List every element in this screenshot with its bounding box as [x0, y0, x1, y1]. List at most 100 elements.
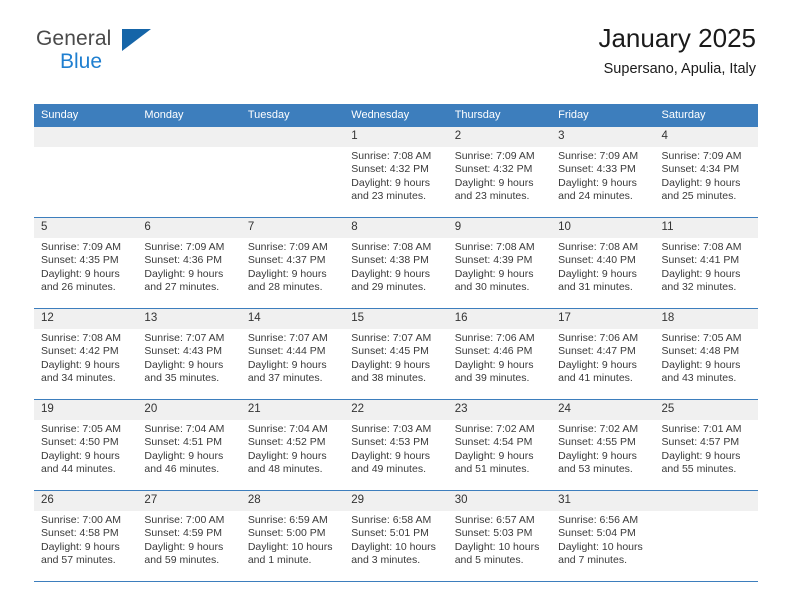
sun-info-line: Daylight: 9 hours: [454, 176, 534, 189]
sun-info-line: Daylight: 10 hours: [454, 540, 540, 553]
sun-info: Sunrise: 7:06 AM Sunset: 4:46 PM Daylight:…: [448, 329, 551, 386]
day-number: 10: [551, 218, 655, 238]
calendar-day-cell[interactable]: 6 Sunrise: 7:09 AM Sunset: 4:36 PM Daylight…: [137, 217, 241, 309]
day-number: 5: [34, 218, 138, 238]
calendar-day-cell[interactable]: 7 Sunrise: 7:09 AM Sunset: 4:37 PM Daylight…: [240, 217, 345, 309]
weekday-header-sunday: Sunday: [34, 104, 138, 127]
sun-info: [137, 147, 240, 150]
calendar-day-cell[interactable]: 23 Sunrise: 7:02 AM Sunset: 4:54 PM Dayligh…: [447, 399, 552, 491]
sun-info-line: Sunrise: 6:59 AM: [247, 514, 328, 526]
calendar-day-cell[interactable]: 5 Sunrise: 7:09 AM Sunset: 4:35 PM Daylight…: [34, 217, 138, 309]
calendar-day-cell[interactable]: 15 Sunrise: 7:07 AM Sunset: 4:45 PM Dayligh…: [344, 308, 448, 400]
sun-info: Sunrise: 6:57 AM Sunset: 5:03 PM Daylight:…: [448, 511, 551, 568]
sun-info-line: Daylight: 9 hours: [351, 176, 431, 189]
calendar-day-cell[interactable]: 26 Sunrise: 7:00 AM Sunset: 4:58 PM Dayligh…: [34, 490, 138, 582]
calendar-day-cell[interactable]: 17 Sunrise: 7:06 AM Sunset: 4:47 PM Dayligh…: [551, 308, 655, 400]
calendar-day-cell[interactable]: 8 Sunrise: 7:08 AM Sunset: 4:38 PM Daylight…: [344, 217, 448, 309]
sun-info-line: Sunrise: 7:09 AM: [558, 150, 639, 162]
calendar-day-cell[interactable]: 22 Sunrise: 7:03 AM Sunset: 4:53 PM Dayligh…: [344, 399, 448, 491]
calendar-day-cell[interactable]: 13 Sunrise: 7:07 AM Sunset: 4:43 PM Dayligh…: [137, 308, 241, 400]
sun-info-line: Sunset: 4:44 PM: [247, 345, 326, 358]
sun-info-line: Sunrise: 7:08 AM: [41, 332, 121, 344]
calendar-day-cell[interactable]: 12 Sunrise: 7:08 AM Sunset: 4:42 PM Dayligh…: [34, 308, 138, 400]
sun-info-line: and 51 minutes.: [454, 463, 530, 476]
calendar-day-cell[interactable]: 21 Sunrise: 7:04 AM Sunset: 4:52 PM Dayligh…: [240, 399, 345, 491]
sun-info-line: and 35 minutes.: [144, 372, 220, 385]
calendar-day-cell[interactable]: 25 Sunrise: 7:01 AM Sunset: 4:57 PM Dayligh…: [654, 399, 758, 491]
sun-info-line: Daylight: 10 hours: [558, 540, 643, 553]
sun-info: Sunrise: 7:09 AM Sunset: 4:34 PM Daylight:…: [655, 147, 758, 204]
sun-info-line: and 31 minutes.: [558, 281, 633, 294]
day-number: 14: [240, 309, 345, 329]
sun-info: Sunrise: 7:04 AM Sunset: 4:51 PM Daylight:…: [137, 420, 240, 477]
calendar-day-cell[interactable]: 2 Sunrise: 7:09 AM Sunset: 4:32 PM Daylight…: [447, 127, 552, 218]
sun-info-line: Sunrise: 7:09 AM: [144, 241, 225, 253]
calendar-day-cell[interactable]: 30 Sunrise: 6:57 AM Sunset: 5:03 PM Dayligh…: [447, 490, 552, 582]
sun-info-line: Sunset: 4:46 PM: [454, 345, 533, 358]
sun-info-line: and 44 minutes.: [41, 463, 116, 476]
sun-info: Sunrise: 6:56 AM Sunset: 5:04 PM Daylight:…: [551, 511, 654, 568]
calendar-day-cell[interactable]: 18 Sunrise: 7:05 AM Sunset: 4:48 PM Dayligh…: [654, 308, 758, 400]
generalblue-logo[interactable]: General Blue: [36, 22, 154, 76]
calendar-day-cell-empty: [654, 490, 758, 582]
sun-info-line: Sunrise: 7:07 AM: [351, 332, 432, 344]
calendar-day-cell[interactable]: 31 Sunrise: 6:56 AM Sunset: 5:04 PM Dayligh…: [551, 490, 655, 582]
sun-info-line: Daylight: 9 hours: [144, 267, 224, 280]
sun-info: Sunrise: 7:02 AM Sunset: 4:55 PM Daylight:…: [551, 420, 654, 477]
sun-info-line: Daylight: 9 hours: [144, 449, 224, 462]
sun-info-line: Sunrise: 7:03 AM: [351, 423, 432, 435]
sun-info-line: and 46 minutes.: [144, 463, 220, 476]
sun-info-line: Sunrise: 7:09 AM: [454, 150, 535, 162]
sun-info-line: Sunrise: 7:05 AM: [41, 423, 121, 435]
sun-info-line: Daylight: 9 hours: [351, 267, 431, 280]
calendar-day-cell[interactable]: 24 Sunrise: 7:02 AM Sunset: 4:55 PM Dayligh…: [551, 399, 655, 491]
day-number: 19: [34, 400, 138, 420]
calendar-day-cell[interactable]: 9 Sunrise: 7:08 AM Sunset: 4:39 PM Daylight…: [447, 217, 552, 309]
day-number: 23: [447, 400, 552, 420]
sun-info-line: Sunrise: 7:08 AM: [351, 150, 432, 162]
sun-info: [241, 147, 344, 150]
calendar-day-cell[interactable]: 10 Sunrise: 7:08 AM Sunset: 4:40 PM Dayligh…: [551, 217, 655, 309]
calendar-day-cell[interactable]: 14 Sunrise: 7:07 AM Sunset: 4:44 PM Dayligh…: [240, 308, 345, 400]
calendar-day-cell-empty: [240, 127, 345, 218]
sun-info: Sunrise: 7:08 AM Sunset: 4:40 PM Daylight:…: [551, 238, 654, 295]
sun-info-line: Daylight: 9 hours: [558, 358, 637, 371]
sun-info-line: and 27 minutes.: [144, 281, 220, 294]
sun-info-line: Sunset: 4:33 PM: [558, 163, 636, 176]
sun-info-line: and 7 minutes.: [558, 554, 627, 567]
sun-info-line: Sunrise: 7:06 AM: [558, 332, 639, 344]
sun-info-line: Daylight: 9 hours: [661, 267, 741, 280]
calendar-week-row: 12 Sunrise: 7:08 AM Sunset: 4:42 PM Dayligh…: [34, 308, 758, 400]
day-number: 15: [344, 309, 448, 329]
sun-info: Sunrise: 7:09 AM Sunset: 4:35 PM Daylight:…: [34, 238, 137, 295]
sun-info: Sunrise: 7:08 AM Sunset: 4:38 PM Daylight:…: [344, 238, 447, 295]
sun-info: Sunrise: 7:03 AM Sunset: 4:53 PM Daylight:…: [344, 420, 447, 477]
calendar-page: General Blue January 2025 Supersano, Apu…: [0, 0, 792, 612]
day-number: 2: [447, 127, 552, 147]
sun-info-line: Daylight: 9 hours: [454, 358, 534, 371]
weekday-header-thursday: Thursday: [447, 104, 552, 127]
sun-info: Sunrise: 7:09 AM Sunset: 4:36 PM Daylight:…: [137, 238, 240, 295]
calendar-day-cell[interactable]: 16 Sunrise: 7:06 AM Sunset: 4:46 PM Dayligh…: [447, 308, 552, 400]
day-number: 24: [551, 400, 655, 420]
sun-info: Sunrise: 7:05 AM Sunset: 4:50 PM Daylight:…: [34, 420, 137, 477]
calendar-day-cell[interactable]: 19 Sunrise: 7:05 AM Sunset: 4:50 PM Dayligh…: [34, 399, 138, 491]
sun-info-line: Sunset: 4:34 PM: [661, 163, 740, 176]
calendar-day-cell[interactable]: 20 Sunrise: 7:04 AM Sunset: 4:51 PM Dayligh…: [137, 399, 241, 491]
sun-info-line: Sunset: 4:51 PM: [144, 436, 223, 449]
sun-info-line: Daylight: 9 hours: [247, 449, 327, 462]
sun-info-line: Sunrise: 7:04 AM: [247, 423, 328, 435]
calendar-day-cell[interactable]: 28 Sunrise: 6:59 AM Sunset: 5:00 PM Dayligh…: [240, 490, 345, 582]
calendar-day-cell[interactable]: 29 Sunrise: 6:58 AM Sunset: 5:01 PM Dayligh…: [344, 490, 448, 582]
calendar-day-cell[interactable]: 4 Sunrise: 7:09 AM Sunset: 4:34 PM Daylight…: [654, 127, 758, 218]
calendar-day-cell[interactable]: 3 Sunrise: 7:09 AM Sunset: 4:33 PM Daylight…: [551, 127, 655, 218]
calendar-day-cell[interactable]: 1 Sunrise: 7:08 AM Sunset: 4:32 PM Daylight…: [344, 127, 448, 218]
sun-info: Sunrise: 7:05 AM Sunset: 4:48 PM Daylight:…: [655, 329, 758, 386]
sun-info: Sunrise: 7:08 AM Sunset: 4:42 PM Daylight:…: [34, 329, 137, 386]
sun-info: Sunrise: 6:58 AM Sunset: 5:01 PM Daylight:…: [344, 511, 447, 568]
calendar-header-row: Sunday Monday Tuesday Wednesday Thursday Frid…: [34, 104, 758, 127]
calendar-day-cell[interactable]: 11 Sunrise: 7:08 AM Sunset: 4:41 PM Dayligh…: [654, 217, 758, 309]
sun-info-line: and 43 minutes.: [661, 372, 737, 385]
calendar-day-cell[interactable]: 27 Sunrise: 7:00 AM Sunset: 4:59 PM Dayligh…: [137, 490, 241, 582]
day-number: 7: [240, 218, 345, 238]
